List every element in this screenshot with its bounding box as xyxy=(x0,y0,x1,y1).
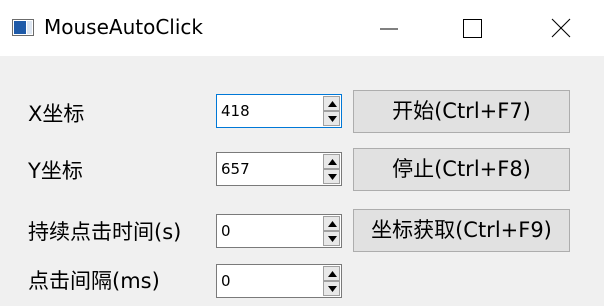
duration-spin-up-button[interactable] xyxy=(323,216,340,231)
interval-spin-up-button[interactable] xyxy=(323,266,340,281)
arrow-down-icon xyxy=(328,236,337,242)
close-icon xyxy=(551,18,571,38)
click-interval-spinbox[interactable]: 0 xyxy=(216,264,342,298)
y-coordinate-value[interactable]: 657 xyxy=(221,153,250,185)
close-button[interactable] xyxy=(514,0,604,56)
y-spin-up-button[interactable] xyxy=(323,154,340,169)
arrow-down-icon xyxy=(328,116,337,122)
stop-button[interactable]: 停止(Ctrl+F8) xyxy=(353,148,570,191)
click-interval-label: 点击间隔(ms) xyxy=(28,269,160,293)
arrow-up-icon xyxy=(328,101,337,107)
y-spin-down-button[interactable] xyxy=(323,169,340,184)
y-coordinate-spinbox[interactable]: 657 xyxy=(216,152,342,186)
maximize-button[interactable] xyxy=(434,0,524,56)
start-button[interactable]: 开始(Ctrl+F7) xyxy=(353,90,570,133)
x-coordinate-spinbox[interactable]: 418 xyxy=(216,94,342,128)
app-window-icon xyxy=(12,19,34,36)
interval-spin-down-button[interactable] xyxy=(323,281,340,296)
x-coordinate-label: X坐标 xyxy=(28,102,85,126)
click-interval-value[interactable]: 0 xyxy=(221,265,231,297)
minimize-icon xyxy=(380,28,398,30)
click-duration-label: 持续点击时间(s) xyxy=(28,220,182,244)
duration-spin-down-button[interactable] xyxy=(323,231,340,246)
arrow-down-icon xyxy=(328,286,337,292)
y-coordinate-label: Y坐标 xyxy=(28,159,83,183)
title-bar[interactable]: MouseAutoClick xyxy=(0,0,604,56)
maximize-icon xyxy=(463,19,482,38)
click-duration-spinbox[interactable]: 0 xyxy=(216,214,342,248)
x-spin-up-button[interactable] xyxy=(323,96,340,111)
arrow-down-icon xyxy=(328,174,337,180)
x-spin-down-button[interactable] xyxy=(323,111,340,126)
arrow-up-icon xyxy=(328,159,337,165)
x-coordinate-value[interactable]: 418 xyxy=(221,95,250,127)
get-coordinates-button[interactable]: 坐标获取(Ctrl+F9) xyxy=(353,209,570,252)
arrow-up-icon xyxy=(328,271,337,277)
window-title: MouseAutoClick xyxy=(44,15,203,39)
minimize-button[interactable] xyxy=(344,0,434,56)
arrow-up-icon xyxy=(328,221,337,227)
click-duration-value[interactable]: 0 xyxy=(221,215,231,247)
